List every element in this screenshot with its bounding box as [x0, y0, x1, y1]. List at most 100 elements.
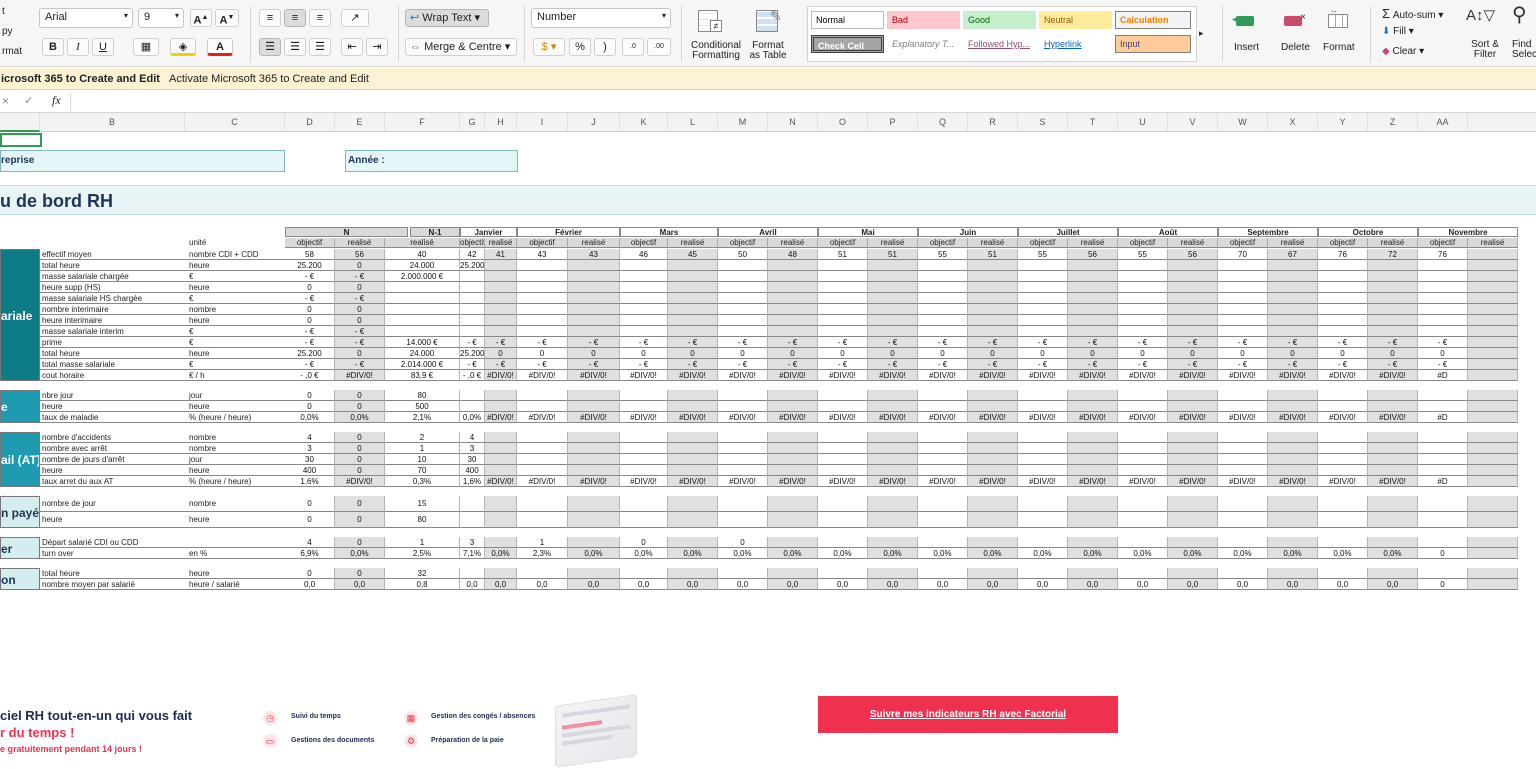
data-cell[interactable]	[568, 326, 620, 337]
data-cell[interactable]	[818, 282, 868, 293]
data-cell[interactable]	[1168, 326, 1218, 337]
data-cell[interactable]	[1118, 512, 1168, 528]
data-cell[interactable]: 56	[335, 249, 385, 260]
data-cell[interactable]: 400	[285, 465, 335, 476]
data-cell[interactable]	[1468, 271, 1518, 282]
data-cell[interactable]	[1318, 271, 1368, 282]
data-cell[interactable]: 0	[620, 348, 668, 359]
data-cell[interactable]	[1218, 454, 1268, 465]
data-cell[interactable]: #DIV/0!	[768, 412, 818, 423]
data-cell[interactable]	[668, 271, 718, 282]
data-cell[interactable]	[918, 496, 968, 512]
data-cell[interactable]	[1168, 315, 1218, 326]
data-cell[interactable]	[918, 326, 968, 337]
data-cell[interactable]: 500	[385, 401, 460, 412]
style-calculation[interactable]: Calculation	[1115, 11, 1191, 29]
data-cell[interactable]	[718, 293, 768, 304]
data-cell[interactable]	[1168, 443, 1218, 454]
data-cell[interactable]	[918, 443, 968, 454]
data-cell[interactable]: 55	[918, 249, 968, 260]
data-cell[interactable]	[1268, 537, 1318, 548]
data-cell[interactable]: - €	[718, 359, 768, 370]
data-cell[interactable]: 3	[285, 443, 335, 454]
style-good[interactable]: Good	[963, 11, 1036, 29]
align-top-icon[interactable]: ≡	[259, 9, 281, 27]
column-header[interactable]: F	[385, 113, 460, 132]
data-cell[interactable]: - €	[818, 359, 868, 370]
data-cell[interactable]: #DIV/0!	[1168, 476, 1218, 487]
data-cell[interactable]	[1318, 512, 1368, 528]
data-cell[interactable]	[768, 512, 818, 528]
data-cell[interactable]	[668, 465, 718, 476]
data-cell[interactable]: 43	[517, 249, 568, 260]
data-cell[interactable]: 0,0%	[1218, 548, 1268, 559]
data-cell[interactable]: 400	[460, 465, 485, 476]
data-cell[interactable]	[1418, 432, 1468, 443]
data-cell[interactable]: #DIV/0!	[868, 370, 918, 381]
data-cell[interactable]	[868, 282, 918, 293]
data-cell[interactable]	[718, 454, 768, 465]
data-cell[interactable]: 0	[335, 443, 385, 454]
data-cell[interactable]: 0	[285, 282, 335, 293]
data-cell[interactable]: #DIV/0!	[1018, 370, 1068, 381]
bold-button[interactable]: B	[42, 38, 64, 56]
data-cell[interactable]	[517, 512, 568, 528]
data-cell[interactable]	[1418, 282, 1468, 293]
data-cell[interactable]: #DIV/0!	[1218, 476, 1268, 487]
data-cell[interactable]	[517, 465, 568, 476]
data-cell[interactable]: - €	[1068, 337, 1118, 348]
data-cell[interactable]	[1468, 432, 1518, 443]
data-cell[interactable]	[1118, 401, 1168, 412]
data-cell[interactable]: #DIV/0!	[1268, 476, 1318, 487]
data-cell[interactable]	[620, 454, 668, 465]
data-cell[interactable]: 1	[517, 537, 568, 548]
data-cell[interactable]	[668, 568, 718, 579]
data-cell[interactable]	[1268, 512, 1318, 528]
font-grow-button[interactable]: A▲	[190, 9, 212, 27]
data-cell[interactable]	[818, 293, 868, 304]
data-cell[interactable]	[818, 454, 868, 465]
data-cell[interactable]	[620, 512, 668, 528]
copy-button[interactable]: py	[2, 26, 13, 37]
data-cell[interactable]	[968, 390, 1018, 401]
data-cell[interactable]	[768, 496, 818, 512]
data-cell[interactable]	[1268, 465, 1318, 476]
data-cell[interactable]: 72	[1368, 249, 1418, 260]
data-cell[interactable]	[1418, 390, 1468, 401]
data-cell[interactable]: #DIV/0!	[335, 370, 385, 381]
data-cell[interactable]	[918, 260, 968, 271]
data-cell[interactable]	[1168, 454, 1218, 465]
data-cell[interactable]	[1018, 465, 1068, 476]
fill-button[interactable]: ⬇ Fill ▾	[1382, 26, 1414, 37]
data-cell[interactable]: 0,0	[1268, 579, 1318, 590]
data-cell[interactable]: #DIV/0!	[668, 476, 718, 487]
align-center-icon[interactable]: ☰	[284, 38, 306, 56]
data-cell[interactable]: 48	[768, 249, 818, 260]
data-cell[interactable]	[768, 443, 818, 454]
data-cell[interactable]: #DIV/0!	[517, 476, 568, 487]
data-cell[interactable]	[1418, 465, 1468, 476]
data-cell[interactable]	[868, 496, 918, 512]
data-cell[interactable]	[718, 432, 768, 443]
data-cell[interactable]	[568, 304, 620, 315]
data-cell[interactable]	[1068, 304, 1118, 315]
data-cell[interactable]	[620, 465, 668, 476]
data-cell[interactable]: 4	[460, 432, 485, 443]
data-cell[interactable]	[517, 315, 568, 326]
data-cell[interactable]: 43	[568, 249, 620, 260]
data-cell[interactable]: #DIV/0!	[335, 476, 385, 487]
data-cell[interactable]	[1268, 260, 1318, 271]
data-cell[interactable]: #DIV/0!	[918, 412, 968, 423]
data-cell[interactable]	[385, 326, 460, 337]
data-cell[interactable]	[668, 432, 718, 443]
data-cell[interactable]: 58	[285, 249, 335, 260]
data-cell[interactable]	[1468, 512, 1518, 528]
data-cell[interactable]	[1418, 496, 1468, 512]
data-cell[interactable]	[1168, 304, 1218, 315]
data-cell[interactable]	[768, 326, 818, 337]
data-cell[interactable]: #DIV/0!	[1268, 370, 1318, 381]
column-header[interactable]: J	[568, 113, 620, 132]
data-cell[interactable]: #DIV/0!	[1318, 370, 1368, 381]
data-cell[interactable]	[768, 432, 818, 443]
data-cell[interactable]: 24.000	[385, 348, 460, 359]
